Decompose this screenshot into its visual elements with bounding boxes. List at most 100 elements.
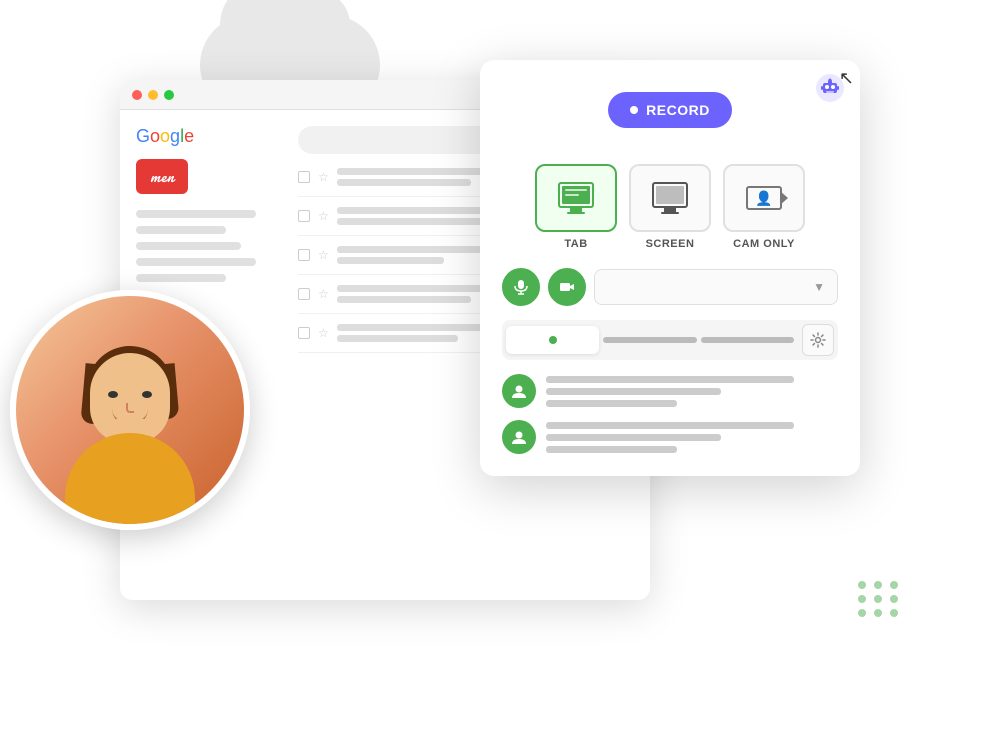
deco-dot-4: [858, 595, 866, 603]
tab-line-fill: [603, 337, 696, 343]
cam-person-icon: 👤: [755, 190, 772, 207]
email-line-2: [337, 335, 458, 342]
cam-only-mode-icon-box: 👤: [723, 164, 805, 232]
tab-monitor-icon: [558, 182, 594, 214]
user-name-line-1: [546, 376, 794, 383]
email-star[interactable]: ☆: [318, 248, 329, 262]
chevron-down-icon: ▼: [813, 280, 825, 294]
tab-mode-icon-box: [535, 164, 617, 232]
user-info-1: [546, 376, 838, 407]
tab-active-dot: [549, 336, 557, 344]
email-line-1: [337, 324, 499, 331]
recording-mode-options: TAB SCREEN: [502, 164, 838, 250]
deco-dot-3: [890, 581, 898, 589]
email-star[interactable]: ☆: [318, 287, 329, 301]
person-eye-right: [142, 391, 152, 398]
user-detail-line-2: [546, 434, 721, 441]
sidebar-line-4: [136, 258, 256, 266]
email-checkbox[interactable]: [298, 288, 310, 300]
user-avatar-2: [502, 420, 536, 454]
tab-line-1: [565, 189, 587, 191]
tab-line-fill-2: [701, 337, 794, 343]
tab-mode-label: TAB: [564, 238, 587, 250]
screen-monitor-screen: [652, 182, 688, 208]
user-rows-list: [502, 374, 838, 454]
record-dot-indicator: [630, 106, 638, 114]
google-o1: o: [150, 126, 160, 146]
decorative-dots: [858, 581, 900, 617]
email-star[interactable]: ☆: [318, 209, 329, 223]
person-photo-background: [16, 296, 244, 524]
email-line-2: [337, 179, 472, 186]
email-line-2: [337, 218, 485, 225]
tab-monitor-screen: [558, 182, 594, 208]
camera-toggle-button[interactable]: [548, 268, 586, 306]
deco-dot-2: [874, 581, 882, 589]
email-checkbox[interactable]: [298, 171, 310, 183]
email-checkbox[interactable]: [298, 249, 310, 261]
user-detail-line-1: [546, 388, 721, 395]
camera-icon: [559, 279, 575, 295]
user-avatar-1: [502, 374, 536, 408]
screen-monitor-inner: [656, 186, 684, 204]
google-logo: Google: [136, 126, 286, 147]
sidebar-line-5: [136, 274, 226, 282]
tab-line-2: [565, 194, 579, 196]
browser-dot-yellow: [148, 90, 158, 100]
tab-bar: [502, 320, 838, 360]
screen-mode-label: SCREEN: [646, 238, 695, 250]
mode-option-tab[interactable]: TAB: [535, 164, 617, 250]
email-checkbox[interactable]: [298, 327, 310, 339]
screen-monitor-base: [661, 212, 679, 214]
user-sub-line-2: [546, 446, 677, 453]
record-button-label: RECORD: [646, 102, 710, 118]
google-g: G: [136, 126, 150, 146]
person-photo: [10, 290, 250, 530]
cam-only-mode-label: CAM ONLY: [733, 238, 795, 250]
deco-dot-5: [874, 595, 882, 603]
tab-monitor-inner: [562, 186, 590, 204]
sidebar-line-2: [136, 226, 226, 234]
loom-popup: ↖ RECORD: [480, 60, 860, 476]
sidebar-line-1: [136, 210, 256, 218]
deco-dot-7: [858, 609, 866, 617]
user-person-icon-2: [510, 428, 528, 446]
microphone-toggle-button[interactable]: [502, 268, 540, 306]
gear-icon: [810, 332, 826, 348]
email-checkbox[interactable]: [298, 210, 310, 222]
deco-dot-9: [890, 609, 898, 617]
user-person-icon-1: [510, 382, 528, 400]
deco-dot-6: [890, 595, 898, 603]
google-o2: o: [160, 126, 170, 146]
email-star[interactable]: ☆: [318, 326, 329, 340]
browser-dot-green: [164, 90, 174, 100]
user-row-2: [502, 420, 838, 454]
email-star[interactable]: ☆: [318, 170, 329, 184]
sidebar-line-3: [136, 242, 241, 250]
settings-gear-button[interactable]: [802, 324, 834, 356]
person-silhouette: [16, 296, 244, 524]
person-body: [65, 433, 195, 524]
scene: Google men ☆: [0, 0, 990, 747]
google-g2: g: [170, 126, 180, 146]
loom-robot-icon[interactable]: [814, 72, 846, 109]
tab-item-active[interactable]: [506, 326, 599, 354]
user-name-line-2: [546, 422, 794, 429]
mode-option-screen[interactable]: SCREEN: [629, 164, 711, 250]
mode-option-cam-only[interactable]: 👤 CAM ONLY: [723, 164, 805, 250]
record-button[interactable]: RECORD: [608, 92, 732, 128]
screen-monitor-icon: [652, 182, 688, 214]
microphone-icon: [513, 279, 529, 295]
user-info-2: [546, 422, 838, 453]
compose-button[interactable]: men: [136, 159, 188, 194]
sidebar-lines: [136, 210, 286, 282]
camera-select-dropdown[interactable]: ▼: [594, 269, 838, 305]
browser-dot-red: [132, 90, 142, 100]
person-nose: [126, 403, 134, 413]
audio-controls-row: ▼: [502, 268, 838, 306]
deco-dot-8: [874, 609, 882, 617]
cam-only-icon-wrapper: 👤: [746, 186, 782, 210]
tab-monitor-base: [567, 212, 585, 214]
email-line-2: [337, 296, 472, 303]
email-line-2: [337, 257, 445, 264]
